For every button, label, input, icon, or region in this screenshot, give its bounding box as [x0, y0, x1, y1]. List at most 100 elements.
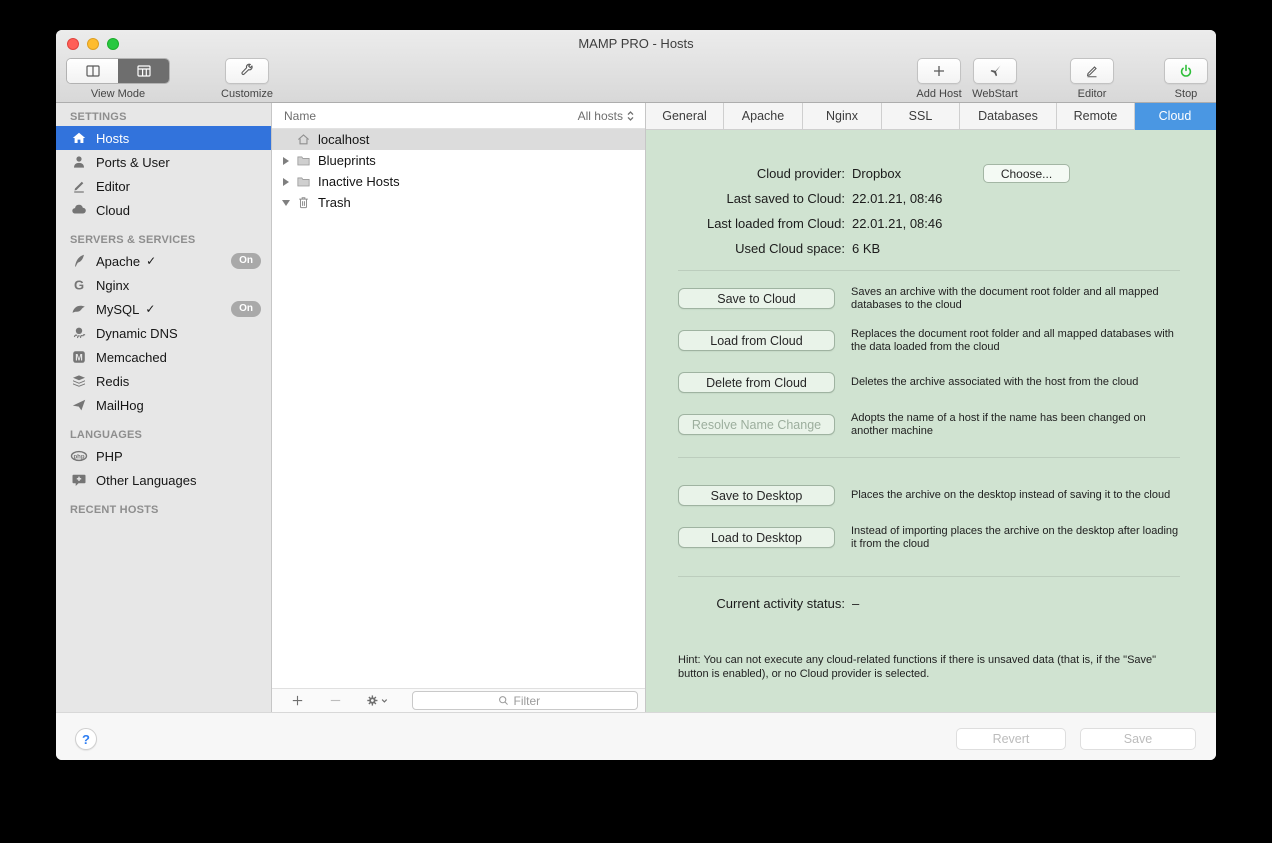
- sidebar-item-cloud[interactable]: Cloud: [56, 198, 271, 222]
- group-row-label: Inactive Hosts: [318, 174, 400, 189]
- load-to-desktop-button[interactable]: Load to Desktop: [678, 527, 835, 548]
- sidebar-item-hosts[interactable]: Hosts: [56, 126, 271, 150]
- stop-button[interactable]: [1164, 58, 1208, 84]
- load-from-cloud-desc: Replaces the document root folder and al…: [851, 328, 1174, 353]
- tab-apache[interactable]: Apache: [724, 103, 803, 130]
- customize-button[interactable]: [225, 58, 269, 84]
- cloud-hint-text: Hint: You can not execute any cloud-rela…: [678, 654, 1157, 680]
- load-to-desktop-desc: Instead of importing places the archive …: [851, 525, 1179, 550]
- titlebar-toolbar: MAMP PRO - Hosts View Mode Customize Add…: [56, 30, 1216, 103]
- group-row-trash[interactable]: Trash: [272, 192, 645, 213]
- host-row-localhost[interactable]: localhost: [272, 129, 645, 150]
- add-host-toolbar-item: Add Host: [909, 58, 969, 100]
- disclosure-collapsed-icon[interactable]: [278, 177, 294, 186]
- group-row-blueprints[interactable]: Blueprints: [272, 150, 645, 171]
- sidebar-item-label: Apache: [96, 253, 141, 269]
- sidebar-item-label: Editor: [96, 178, 130, 194]
- activity-status-value: –: [852, 596, 860, 611]
- save-to-cloud-desc: Saves an archive with the document root …: [851, 286, 1159, 311]
- hosts-list-footer: [272, 688, 645, 712]
- view-mode-columns-button[interactable]: [118, 59, 169, 83]
- tab-nginx[interactable]: Nginx: [803, 103, 882, 130]
- nginx-icon: G: [70, 277, 88, 294]
- group-row-inactive-hosts[interactable]: Inactive Hosts: [272, 171, 645, 192]
- revert-button[interactable]: Revert: [956, 728, 1066, 750]
- disclosure-collapsed-icon[interactable]: [278, 156, 294, 165]
- sidebar-item-apache[interactable]: Apache ✓ On: [56, 249, 271, 273]
- remove-host-list-button[interactable]: [326, 693, 344, 708]
- detail-tab-bar: General Apache Nginx SSL Databases Remot…: [646, 103, 1216, 130]
- add-host-label: Add Host: [916, 88, 962, 100]
- sidebar-item-php[interactable]: php PHP: [56, 444, 271, 468]
- actions-gear-menu[interactable]: [364, 693, 390, 708]
- last-saved-value: 22.01.21, 08:46: [852, 191, 943, 206]
- separator: [678, 270, 1180, 271]
- activity-status-label: Current activity status:: [716, 596, 845, 611]
- editor-button[interactable]: [1070, 58, 1114, 84]
- octopus-icon: [70, 325, 88, 342]
- save-button[interactable]: Save: [1080, 728, 1196, 750]
- apache-running-check: ✓: [146, 254, 157, 268]
- sidebar-item-redis[interactable]: Redis: [56, 369, 271, 393]
- view-mode-split-button[interactable]: [67, 59, 118, 83]
- tab-databases[interactable]: Databases: [960, 103, 1057, 130]
- cloud-icon: [70, 202, 88, 219]
- add-host-button[interactable]: [917, 58, 961, 84]
- add-host-list-button[interactable]: [288, 693, 306, 708]
- sidebar-item-label: Dynamic DNS: [96, 325, 178, 341]
- power-icon: [1178, 63, 1194, 79]
- close-button[interactable]: [67, 38, 79, 50]
- wrench-icon: [239, 63, 255, 79]
- delete-from-cloud-button[interactable]: Delete from Cloud: [678, 372, 835, 393]
- tab-general[interactable]: General: [646, 103, 724, 130]
- cloud-provider-label: Cloud provider:: [756, 166, 845, 181]
- last-loaded-value: 22.01.21, 08:46: [852, 216, 943, 231]
- webstart-button[interactable]: [973, 58, 1017, 84]
- sidebar-item-mysql[interactable]: MySQL ✓ On: [56, 297, 271, 321]
- tab-ssl[interactable]: SSL: [882, 103, 960, 130]
- sidebar: SETTINGS Hosts Ports & User Editor Cloud…: [56, 103, 272, 712]
- sidebar-item-mailhog[interactable]: MailHog: [56, 393, 271, 417]
- sidebar-item-memcached[interactable]: M Memcached: [56, 345, 271, 369]
- minimize-button[interactable]: [87, 38, 99, 50]
- save-to-desktop-button[interactable]: Save to Desktop: [678, 485, 835, 506]
- svg-text:M: M: [75, 353, 83, 363]
- filter-input[interactable]: [513, 693, 554, 708]
- sidebar-item-label: Memcached: [96, 349, 167, 365]
- sidebar-item-label: Ports & User: [96, 154, 170, 170]
- sidebar-item-ports-user[interactable]: Ports & User: [56, 150, 271, 174]
- choose-provider-button[interactable]: Choose...: [983, 164, 1070, 183]
- zoom-button[interactable]: [107, 38, 119, 50]
- sort-chevrons-icon: [624, 109, 637, 123]
- customize-toolbar-item: Customize: [217, 58, 277, 100]
- sidebar-section-languages: LANGUAGES: [70, 429, 143, 441]
- sidebar-item-nginx[interactable]: G Nginx: [56, 273, 271, 297]
- airplane-icon: [987, 63, 1003, 79]
- sidebar-item-label: MailHog: [96, 397, 144, 413]
- split-view-icon: [85, 63, 101, 79]
- mysql-dolphin-icon: [70, 301, 88, 318]
- mailhog-paper-plane-icon: [70, 397, 88, 414]
- resolve-name-change-button[interactable]: Resolve Name Change: [678, 414, 835, 435]
- footer-bar: ? Revert Save: [56, 712, 1216, 760]
- separator: [678, 457, 1180, 458]
- sidebar-item-dynamic-dns[interactable]: Dynamic DNS: [56, 321, 271, 345]
- sidebar-item-other-languages[interactable]: Other Languages: [56, 468, 271, 492]
- filter-search-field[interactable]: [412, 691, 638, 710]
- used-space-value: 6 KB: [852, 241, 881, 256]
- host-detail-pane: General Apache Nginx SSL Databases Remot…: [646, 103, 1216, 712]
- sidebar-item-editor[interactable]: Editor: [56, 174, 271, 198]
- delete-from-cloud-desc: Deletes the archive associated with the …: [851, 376, 1139, 388]
- disclosure-expanded-icon[interactable]: [278, 199, 294, 206]
- save-to-cloud-button[interactable]: Save to Cloud: [678, 288, 835, 309]
- tab-cloud[interactable]: Cloud: [1135, 103, 1216, 130]
- separator: [678, 576, 1180, 577]
- user-icon: [70, 154, 88, 171]
- svg-text:G: G: [74, 278, 84, 293]
- scope-selector[interactable]: All hosts: [578, 109, 637, 123]
- help-button[interactable]: ?: [75, 728, 97, 750]
- tab-remote[interactable]: Remote: [1057, 103, 1135, 130]
- editor-toolbar-item: Editor: [1062, 58, 1122, 100]
- load-from-cloud-button[interactable]: Load from Cloud: [678, 330, 835, 351]
- window-title: MAMP PRO - Hosts: [578, 36, 694, 51]
